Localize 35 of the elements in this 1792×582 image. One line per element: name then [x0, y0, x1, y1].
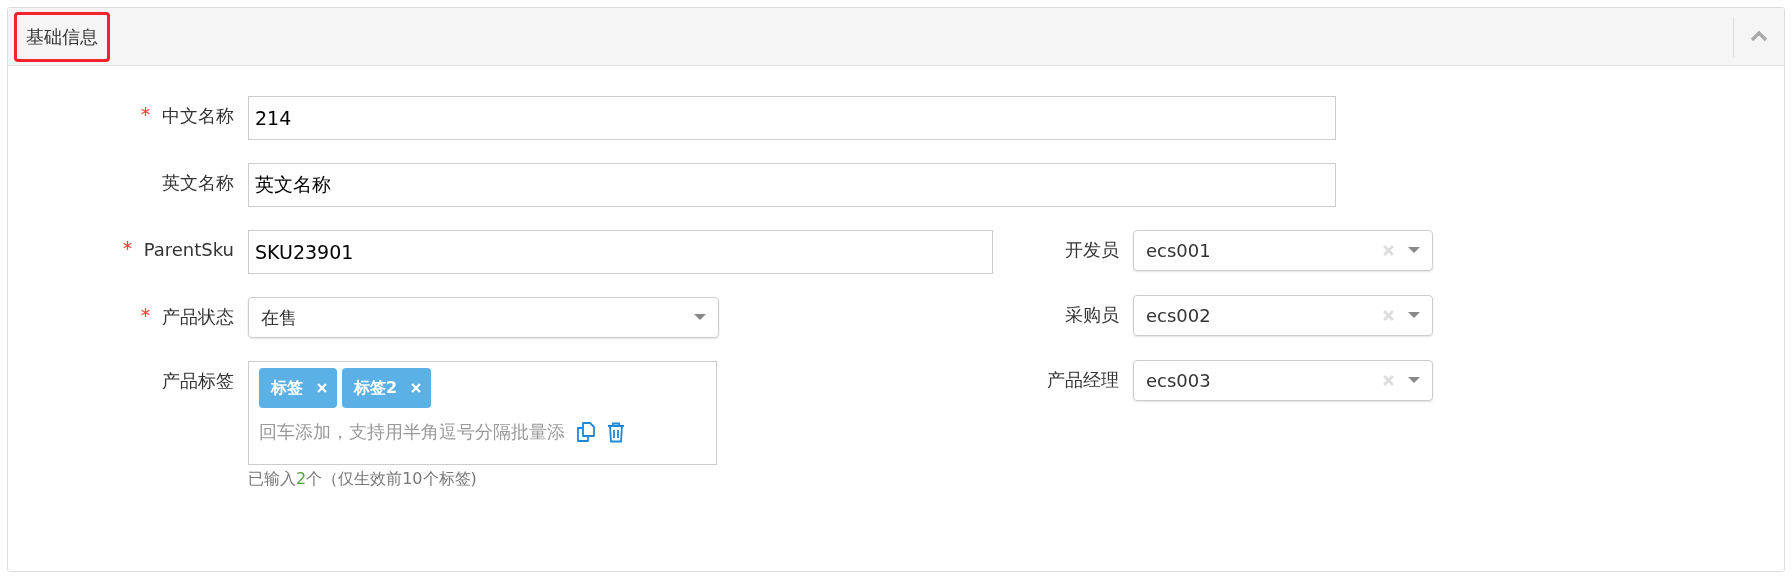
select-field[interactable]: ecs003 [1133, 360, 1433, 401]
required-icon [122, 241, 132, 250]
select-field[interactable]: ecs002 [1133, 295, 1433, 336]
caret-icon [1408, 312, 1420, 319]
remove-icon[interactable] [411, 383, 422, 393]
caret-icon [694, 314, 706, 321]
remove-icon[interactable] [317, 383, 327, 393]
tag-label: 标签2 [354, 377, 398, 399]
field-label: 产品经理 [1047, 369, 1119, 390]
field-label: 英文名称 [162, 172, 234, 193]
field-label: 产品状态 [162, 306, 234, 327]
tag-label: 标签 [271, 377, 303, 399]
text-field[interactable]: 英文名称 [248, 163, 1336, 207]
clear-icon[interactable] [1383, 310, 1394, 321]
text-field[interactable]: 214 [248, 96, 1336, 140]
trash-icon[interactable] [607, 421, 625, 443]
tag-count-hint: 已输入2个（仅生效前10个标签) [248, 469, 478, 490]
clear-icon[interactable] [1383, 375, 1394, 386]
select-field[interactable]: 在售 [248, 297, 719, 338]
clear-icon[interactable] [1383, 245, 1394, 256]
caret-icon [1408, 377, 1420, 384]
field-label: 采购员 [1065, 304, 1119, 325]
chevron-up-icon[interactable] [1750, 31, 1768, 42]
select-field[interactable]: ecs001 [1133, 230, 1433, 271]
placeholder-text: 回车添加，支持用半角逗号分隔批量添 [259, 420, 565, 444]
text-field[interactable]: SKU23901 [248, 230, 993, 274]
field-label: ParentSku [143, 239, 234, 260]
caret-icon [1408, 247, 1420, 254]
required-icon [141, 107, 151, 116]
section-title: 基础信息 [14, 11, 110, 62]
field-label: 产品标签 [162, 370, 234, 391]
copy-icon[interactable] [575, 421, 597, 443]
field-label: 中文名称 [162, 105, 234, 126]
field-label: 开发员 [1065, 239, 1119, 260]
required-icon [141, 308, 151, 317]
